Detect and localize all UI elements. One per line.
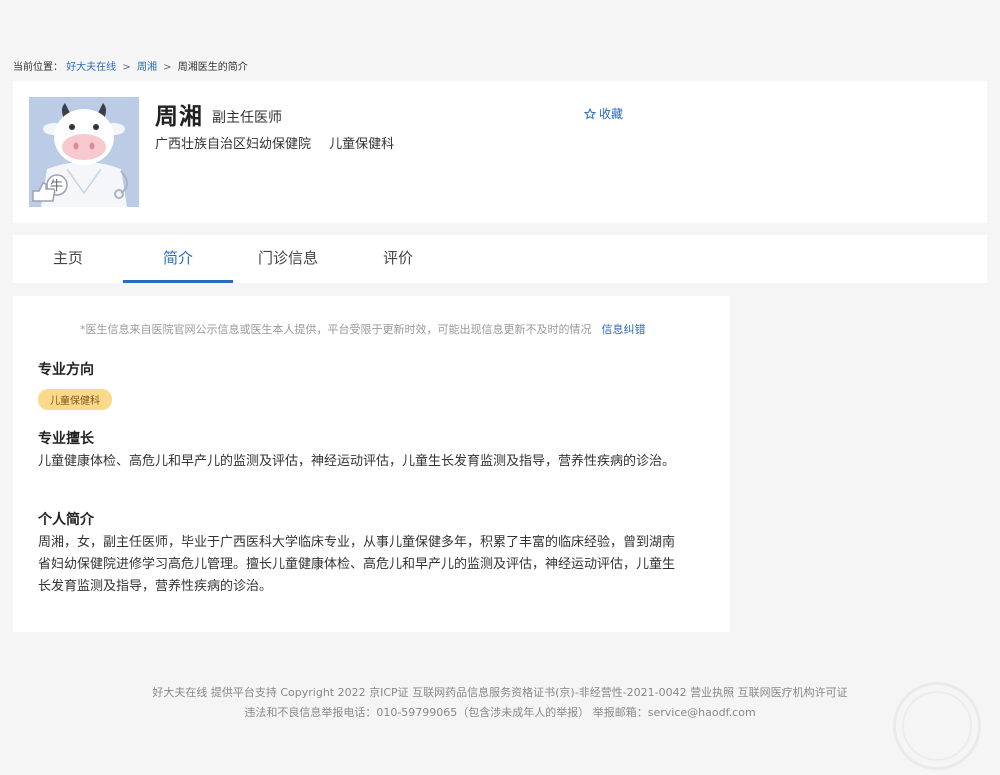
doctor-hospital-line: 广西壮族自治区妇幼保健院 儿童保健科: [155, 133, 394, 152]
specialty-tag: 儿童保健科: [38, 389, 112, 410]
doctor-tabs: 主页 简介 门诊信息 评价: [13, 235, 987, 283]
breadcrumb-link-home[interactable]: 好大夫在线: [66, 62, 116, 73]
breadcrumb: 当前位置： 好大夫在线 > 周湘 > 周湘医生的简介: [13, 58, 248, 73]
breadcrumb-link-doctor[interactable]: 周湘: [137, 62, 157, 73]
breadcrumb-separator: >: [163, 62, 172, 73]
bio-title: 个人简介: [38, 512, 94, 528]
tab-reviews[interactable]: 评价: [343, 235, 453, 283]
info-correction-link[interactable]: 信息纠错: [602, 323, 646, 336]
expertise-title: 专业擅长: [38, 431, 94, 447]
department-name[interactable]: 儿童保健科: [329, 137, 394, 152]
tab-intro[interactable]: 简介: [123, 235, 233, 283]
favorite-label: 收藏: [599, 107, 624, 121]
info-notice: *医生信息来自医院官网公示信息或医生本人提供，平台受限于更新时效，可能出现信息更…: [80, 321, 646, 337]
doctor-title: 副主任医师: [212, 110, 282, 126]
watermark-logo-icon: [893, 682, 981, 770]
watermark-ring: [902, 691, 972, 761]
breadcrumb-current: 周湘医生的简介: [177, 62, 248, 73]
doctor-name: 周湘: [155, 104, 203, 130]
star-icon: [584, 107, 596, 120]
breadcrumb-prefix: 当前位置：: [13, 62, 63, 73]
specialty-title: 专业方向: [38, 362, 94, 378]
doctor-profile-card: 牛 周湘 副主任医师 广西壮族自治区妇幼保健院 儿童保健科 收藏: [13, 81, 987, 223]
tab-clinic-info[interactable]: 门诊信息: [233, 235, 343, 283]
cow-avatar-icon: [29, 97, 139, 207]
footer-line-1: 好大夫在线 提供平台支持 Copyright 2022 京ICP证 互联网药品信…: [152, 686, 848, 699]
breadcrumb-separator: >: [122, 62, 131, 73]
bio-text: 周湘，女，副主任医师，毕业于广西医科大学临床专业，从事儿童保健多年，积累了丰富的…: [38, 535, 676, 594]
tab-home[interactable]: 主页: [13, 235, 123, 283]
favorite-button[interactable]: 收藏: [584, 105, 623, 122]
expertise-text: 儿童健康体检、高危儿和早产儿的监测及评估，神经运动评估，儿童生长发育监测及指导，…: [38, 454, 676, 469]
avatar-badge-text: 牛: [50, 179, 64, 194]
footer-line-2: 违法和不良信息举报电话：010-59799065（包含涉未成年人的举报） 举报邮…: [244, 706, 756, 719]
page-footer: 好大夫在线 提供平台支持 Copyright 2022 京ICP证 互联网药品信…: [0, 683, 1000, 723]
hospital-name[interactable]: 广西壮族自治区妇幼保健院: [155, 137, 311, 152]
intro-panel: *医生信息来自医院官网公示信息或医生本人提供，平台受限于更新时效，可能出现信息更…: [13, 296, 730, 632]
doctor-avatar: 牛: [29, 97, 139, 207]
info-notice-text: *医生信息来自医院官网公示信息或医生本人提供，平台受限于更新时效，可能出现信息更…: [80, 323, 592, 336]
